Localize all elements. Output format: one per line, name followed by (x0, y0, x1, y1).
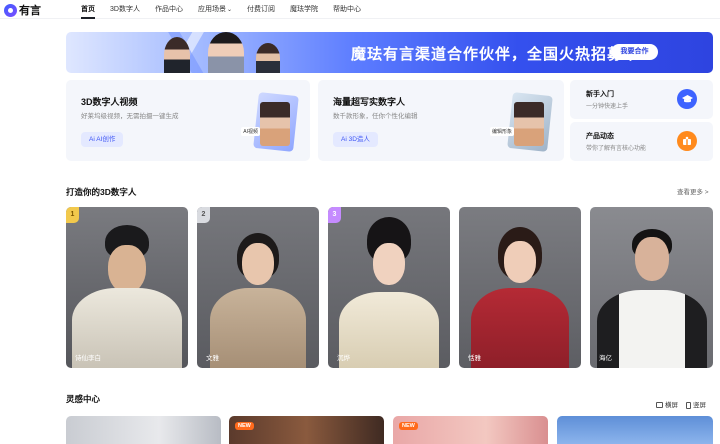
feature-title: 海量超写实数字人 (333, 97, 406, 107)
inspiration-thumb[interactable] (557, 416, 713, 444)
nav-item-help[interactable]: 帮助中心 (333, 0, 361, 19)
feature-tag: 编辑形象 (489, 127, 514, 136)
avatar-section-title: 打造你的3D数字人 (66, 187, 137, 197)
avatar-card[interactable]: 3 沉烨 (328, 207, 450, 368)
ai-create-button[interactable]: Ai AI创作 (81, 132, 124, 147)
avatar-name: 诗仙李白 (75, 355, 101, 362)
side-card-subtitle: 一分钟快速上手 (586, 104, 629, 110)
avatar-card[interactable]: 恬雅 (459, 207, 581, 368)
feature-tag: AI视频 (241, 127, 260, 136)
logo-icon (4, 3, 17, 17)
view-portrait-option[interactable]: 竖屏 (686, 399, 706, 409)
side-card-subtitle: 带你了解有言核心功能 (586, 146, 647, 152)
avatar-name: 文雅 (206, 355, 219, 362)
feature-subtitle: 好莱坞级视频，无需拍摄一键生成 (81, 113, 179, 120)
avatar-face (108, 245, 146, 293)
nav-item-academy[interactable]: 魔珐学院 (290, 0, 318, 19)
graduation-cap-icon (677, 89, 697, 109)
avatar-card[interactable]: 海亿 (590, 207, 713, 368)
nav-item-works[interactable]: 作品中心 (155, 0, 183, 19)
see-more-link[interactable]: 查看更多 > (677, 186, 709, 196)
inspiration-thumb[interactable]: NEW (393, 416, 548, 444)
side-card-title: 产品动态 (586, 133, 614, 140)
new-badge: NEW (399, 422, 418, 430)
side-card-title: 新手入门 (586, 91, 614, 98)
avatar-face (242, 243, 274, 285)
side-card-updates[interactable]: 产品动态 带你了解有言核心功能 (570, 122, 713, 161)
avatar-body (596, 290, 707, 368)
avatar-body (210, 288, 306, 368)
view-landscape-option[interactable]: 横屏 (656, 399, 678, 409)
top-nav: 有言 首页 3D数字人 作品中心 应用场景⌄ 付费订阅 魔珐学院 帮助中心 (0, 0, 720, 19)
avatar-thumbnail (514, 102, 544, 146)
chevron-down-icon: ⌄ (226, 7, 232, 13)
feature-card-video[interactable]: 3D数字人视频 好莱坞级视频，无需拍摄一键生成 Ai AI创作 AI视频 (66, 80, 310, 161)
rank-badge: 1 (66, 207, 79, 223)
rank-badge: 2 (197, 207, 210, 223)
avatar-name: 海亿 (599, 355, 612, 362)
logo-text: 有言 (19, 5, 41, 17)
side-card-beginner[interactable]: 新手入门 一分钟快速上手 (570, 80, 713, 119)
feature-subtitle: 数千款形象，任你个性化编辑 (333, 113, 418, 120)
avatar-face (634, 237, 669, 281)
avatar-name: 沉烨 (337, 355, 350, 362)
view-landscape-label: 横屏 (665, 402, 678, 409)
3d-create-button[interactable]: Ai 3D造人 (333, 132, 378, 147)
graduation-cap-glyph (681, 94, 693, 102)
nav-items: 首页 3D数字人 作品中心 应用场景⌄ 付费订阅 魔珐学院 帮助中心 (81, 0, 361, 19)
promo-banner[interactable]: 魔珐有言渠道合作伙伴，全国火热招募中 我要合作 (66, 32, 713, 73)
banner-person (256, 43, 280, 73)
banner-person (164, 37, 190, 73)
new-badge: NEW (235, 422, 254, 430)
avatar-list: 1 诗仙李白 2 文雅 3 沉烨 恬雅 海亿 (66, 207, 713, 368)
landscape-icon (656, 402, 663, 409)
nav-item-subscription[interactable]: 付费订阅 (247, 0, 275, 19)
view-portrait-label: 竖屏 (693, 402, 706, 409)
inspiration-section-title: 灵感中心 (66, 394, 101, 404)
feature-card-avatars[interactable]: 海量超写实数字人 数千款形象，任你个性化编辑 Ai 3D造人 编辑形象 (318, 80, 564, 161)
inspiration-thumb[interactable] (66, 416, 221, 444)
cooperate-button[interactable]: 我要合作 (611, 44, 658, 60)
avatar-face (373, 243, 405, 285)
avatar-card[interactable]: 1 诗仙李白 (66, 207, 188, 368)
avatar-face (504, 241, 536, 283)
view-options: 横屏 竖屏 (656, 399, 706, 409)
gift-box-glyph (683, 136, 691, 145)
nav-item-home[interactable]: 首页 (81, 0, 95, 19)
portrait-icon (686, 401, 691, 409)
logo[interactable]: 有言 (4, 2, 41, 18)
nav-item-scenarios-label: 应用场景 (197, 6, 226, 13)
feature-title: 3D数字人视频 (81, 97, 138, 107)
banner-person (208, 32, 244, 73)
avatar-thumbnail (260, 102, 290, 146)
rank-badge: 3 (328, 207, 341, 223)
avatar-name: 恬雅 (468, 355, 481, 362)
gift-box-icon (677, 131, 697, 151)
avatar-card[interactable]: 2 文雅 (197, 207, 319, 368)
banner-title: 魔珐有言渠道合作伙伴，全国火热招募中 (351, 46, 640, 63)
nav-item-scenarios[interactable]: 应用场景⌄ (198, 0, 232, 19)
avatar-body (471, 288, 569, 368)
inspiration-thumb[interactable]: NEW (229, 416, 384, 444)
nav-item-3d-avatar[interactable]: 3D数字人 (110, 0, 140, 19)
avatar-body (339, 292, 439, 368)
